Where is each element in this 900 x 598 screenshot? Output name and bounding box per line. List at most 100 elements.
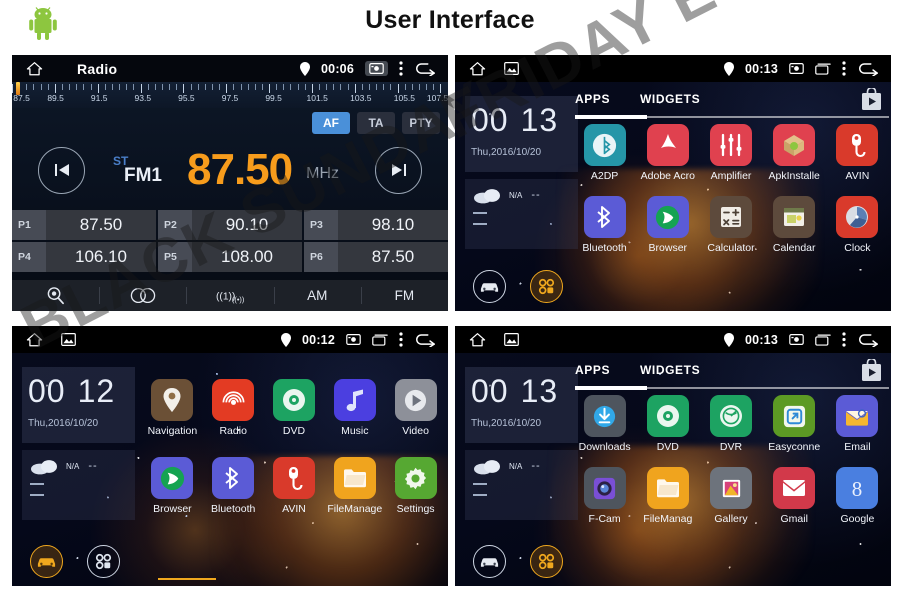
app-google[interactable]: 8 Google	[826, 467, 889, 525]
stereo-button[interactable]	[99, 280, 186, 311]
home-icon[interactable]	[469, 332, 486, 347]
scale-label: 107.5	[426, 93, 448, 103]
overflow-menu-icon[interactable]	[842, 332, 846, 347]
recent-apps-icon[interactable]	[815, 334, 831, 346]
recent-apps-icon[interactable]	[372, 334, 388, 346]
car-icon[interactable]	[30, 545, 63, 578]
app-calendar[interactable]: Calendar	[763, 196, 826, 254]
app-label: AVIN	[282, 503, 306, 515]
widget-column: 00 13 Thu,2016/10/20 N/A --	[465, 367, 578, 520]
play-store-icon[interactable]	[860, 357, 883, 389]
home-icon[interactable]	[469, 61, 486, 76]
scale-tick	[340, 84, 347, 90]
app-browser[interactable]: Browser	[142, 457, 203, 515]
clock-widget[interactable]: 00 13 Thu,2016/10/20	[465, 367, 578, 443]
app-bluetooth[interactable]: Bluetooth	[203, 457, 264, 515]
app-adobe-acrobat[interactable]: Adobe Acro	[636, 124, 699, 182]
back-arrow-icon[interactable]	[414, 333, 436, 347]
seek-previous-button[interactable]	[38, 146, 85, 194]
app-calculator[interactable]: Calculator	[699, 196, 762, 254]
tab-widgets[interactable]: WIDGETS	[640, 363, 700, 377]
back-arrow-icon[interactable]	[857, 62, 879, 76]
preset-p6[interactable]: P6 87.50	[304, 242, 448, 272]
app-file-manager[interactable]: FileManage	[324, 457, 385, 515]
app-clock[interactable]: Clock	[826, 196, 889, 254]
ta-button[interactable]: TA	[357, 112, 395, 134]
app-bluetooth[interactable]: Bluetooth	[573, 196, 636, 254]
tab-widgets[interactable]: WIDGETS	[640, 92, 700, 106]
tab-apps[interactable]: APPS	[575, 363, 610, 377]
overflow-menu-icon[interactable]	[399, 332, 403, 347]
weather-widget[interactable]: N/A --	[22, 450, 135, 520]
app-navigation[interactable]: Navigation	[142, 379, 203, 437]
clock-widget[interactable]: 00 13 Thu,2016/10/20	[465, 96, 578, 172]
app-video[interactable]: Video	[385, 379, 446, 437]
car-icon[interactable]	[473, 545, 506, 578]
app-avin[interactable]: AVIN	[826, 124, 889, 182]
app-downloads[interactable]: Downloads	[573, 395, 636, 453]
app-easyconnect[interactable]: Easyconne	[763, 395, 826, 453]
preset-row: P4 106.10 P5 108.00 P6 87.50	[12, 242, 448, 272]
app-dvd[interactable]: DVD	[264, 379, 325, 437]
tab-apps[interactable]: APPS	[575, 92, 610, 106]
screenshot-icon[interactable]	[789, 334, 804, 345]
preset-p5[interactable]: P5 108.00	[158, 242, 302, 272]
scale-tick	[233, 84, 240, 90]
app-apk-installer[interactable]: ApkInstalle	[763, 124, 826, 182]
app-radio[interactable]: Radio	[203, 379, 264, 437]
scale-tick	[219, 84, 226, 90]
apps-grid-icon[interactable]	[87, 545, 120, 578]
app-settings[interactable]: Settings	[385, 457, 446, 515]
recent-apps-icon[interactable]	[815, 63, 831, 75]
apps-grid-icon[interactable]	[530, 545, 563, 578]
apps-grid-icon[interactable]	[530, 270, 563, 303]
am-band-button[interactable]: AM	[273, 280, 361, 311]
signal-strength-button[interactable]: ((1)) ((•))	[186, 280, 273, 311]
frequency-scale[interactable]: 87.5 89.5 91.5 93.5 95.5 97.5 99.5 101.5 103.5 10…	[12, 82, 448, 108]
back-arrow-icon[interactable]	[414, 62, 436, 76]
preset-p2[interactable]: P2 90.10	[158, 210, 302, 240]
preset-number: P4	[12, 242, 46, 272]
wallpaper-icon[interactable]	[504, 333, 519, 346]
weather-widget[interactable]: N/A --	[465, 450, 578, 520]
screenshot-icon[interactable]	[365, 61, 388, 76]
car-icon[interactable]	[473, 270, 506, 303]
preset-p3[interactable]: P3 98.10	[304, 210, 448, 240]
back-arrow-icon[interactable]	[857, 333, 879, 347]
wallpaper-icon[interactable]	[61, 333, 76, 346]
app-front-camera[interactable]: F-Cam	[573, 467, 636, 525]
app-email[interactable]: Email	[826, 395, 889, 453]
search-button[interactable]	[12, 280, 99, 311]
weather-widget[interactable]: N/A --	[465, 179, 578, 249]
preset-p1[interactable]: P1 87.50	[12, 210, 156, 240]
app-amplifier[interactable]: Amplifier	[699, 124, 762, 182]
home-icon[interactable]	[26, 61, 43, 76]
clock-widget[interactable]: 00 12 Thu,2016/10/20	[22, 367, 135, 443]
app-gallery[interactable]: Gallery	[699, 467, 762, 525]
seek-next-button[interactable]	[375, 146, 422, 194]
overflow-menu-icon[interactable]	[842, 61, 846, 76]
tuning-needle[interactable]	[16, 82, 20, 95]
tab-underline	[575, 386, 889, 390]
scale-label: 105.5	[393, 93, 416, 103]
overflow-menu-icon[interactable]	[399, 61, 403, 76]
af-button[interactable]: AF	[312, 112, 350, 134]
home-icon[interactable]	[26, 332, 43, 347]
app-a2dp[interactable]: A2DP	[573, 124, 636, 182]
play-store-icon[interactable]	[860, 86, 883, 118]
pty-button[interactable]: PTY	[402, 112, 440, 134]
app-music[interactable]: Music	[324, 379, 385, 437]
app-dvd[interactable]: DVD	[636, 395, 699, 453]
screenshot-icon[interactable]	[346, 334, 361, 345]
app-file-manager[interactable]: FileManag	[636, 467, 699, 525]
screenshot-icon[interactable]	[789, 63, 804, 74]
preset-number: P5	[158, 242, 192, 272]
app-avin[interactable]: AVIN	[264, 457, 325, 515]
preset-p4[interactable]: P4 106.10	[12, 242, 156, 272]
app-browser[interactable]: Browser	[636, 196, 699, 254]
music-icon	[333, 379, 376, 421]
wallpaper-icon[interactable]	[504, 62, 519, 75]
app-gmail[interactable]: Gmail	[763, 467, 826, 525]
fm-band-button[interactable]: FM	[360, 280, 448, 311]
app-dvr[interactable]: DVR	[699, 395, 762, 453]
